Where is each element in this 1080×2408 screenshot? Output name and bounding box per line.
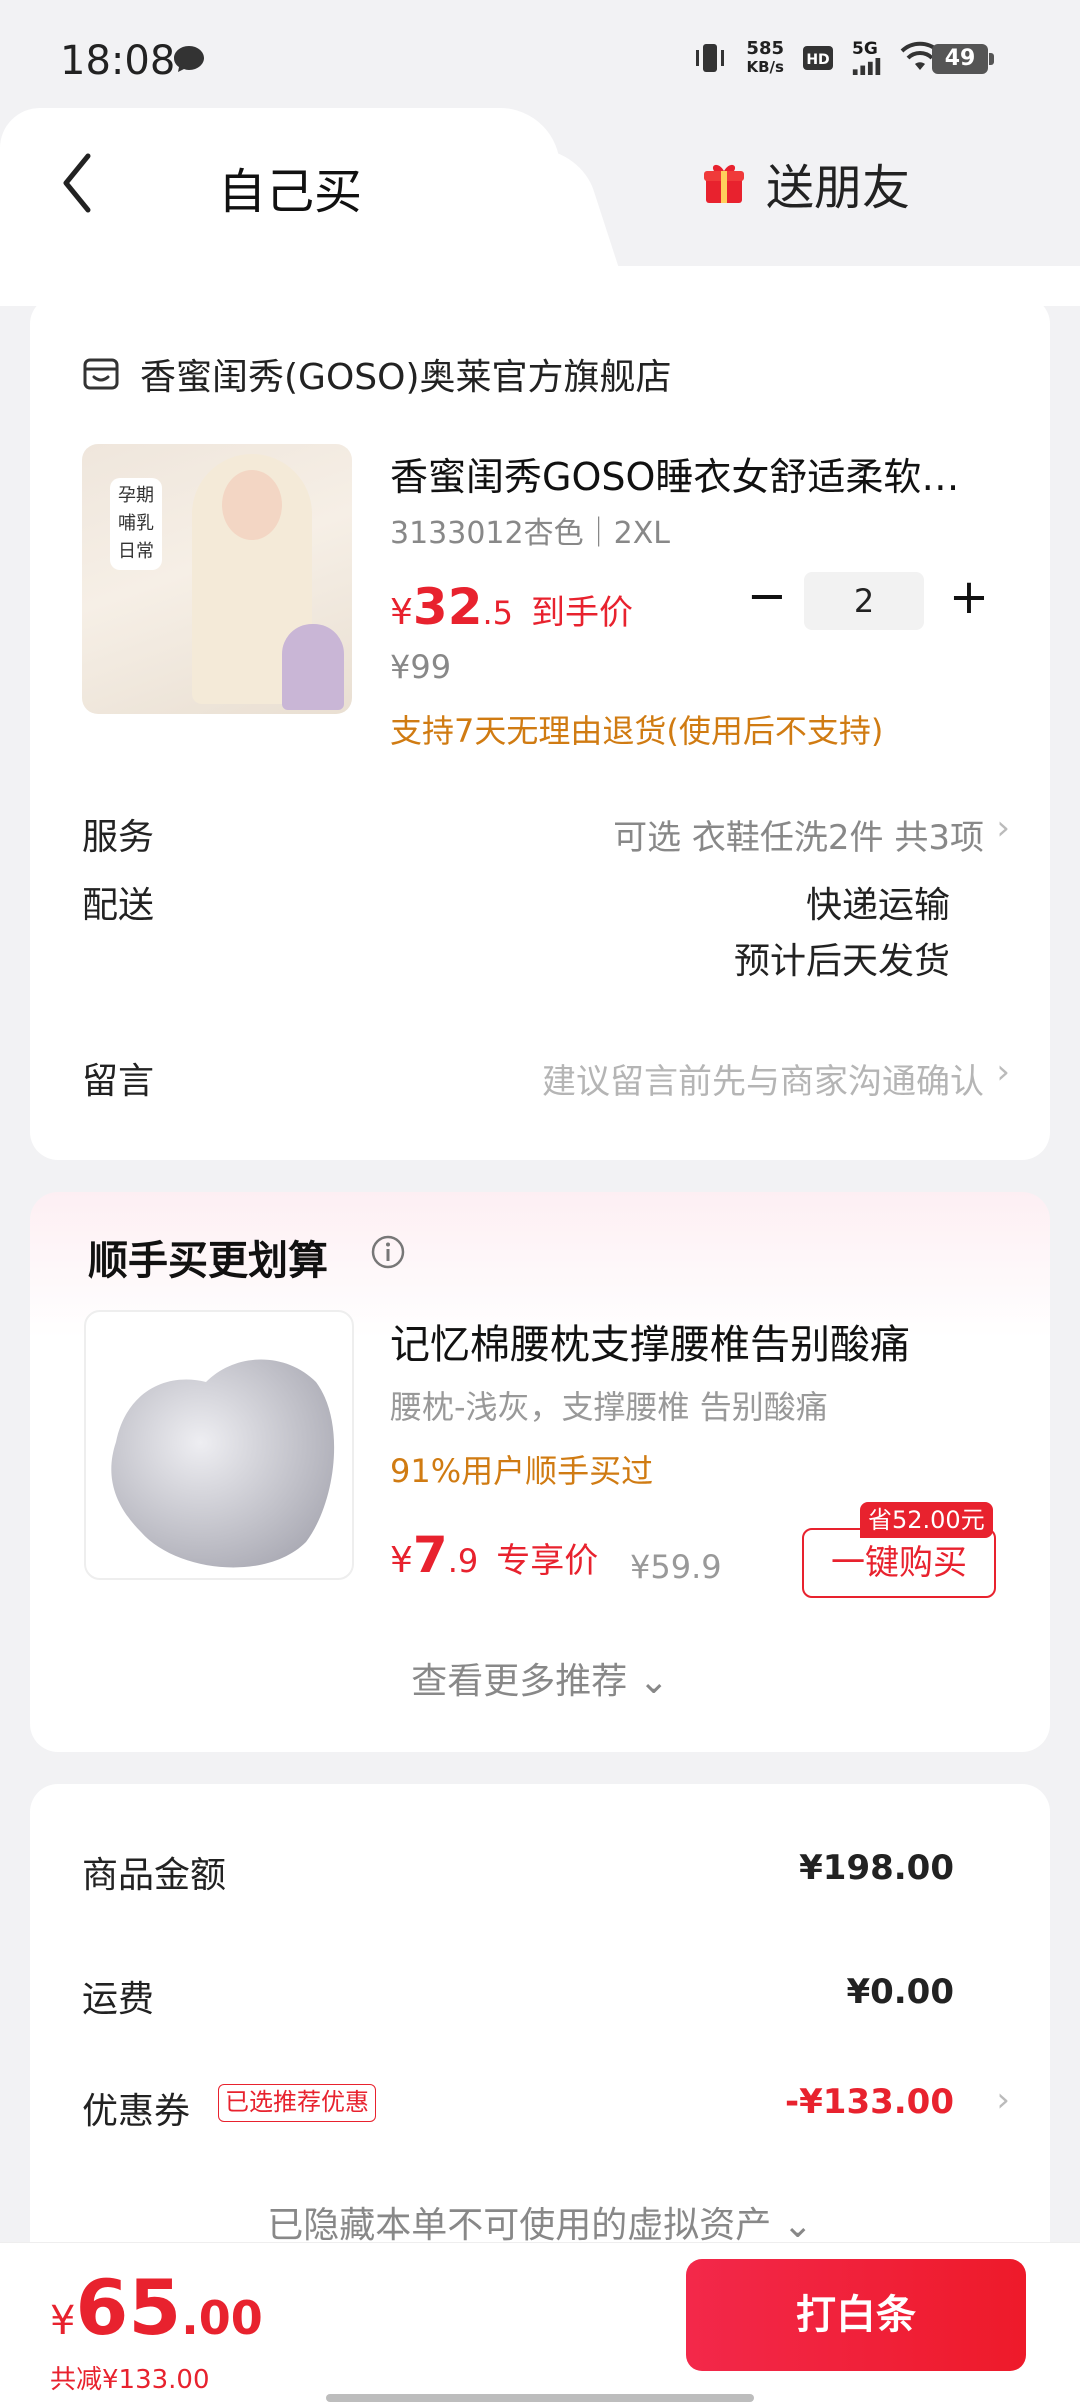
recommend-card: 顺手买更划算 记忆棉腰枕支撑腰椎告别酸痛 腰枕-浅灰，支撑腰椎 告别酸痛 91%… — [30, 1192, 1050, 1752]
recommend-item-title[interactable]: 记忆棉腰枕支撑腰椎告别酸痛 — [390, 1312, 910, 1370]
hd-icon: HD — [803, 46, 833, 70]
price-integer: 32 — [412, 578, 483, 636]
total-discount: 共减¥133.00 — [50, 2365, 210, 2395]
goods-amount-value: ¥198.00 — [799, 1848, 954, 1888]
signal-5g: 5G — [852, 41, 882, 75]
freight-label: 运费 — [82, 1979, 155, 2020]
price-label: 专享价 — [496, 1541, 599, 1581]
original-price: ¥99 — [390, 648, 452, 686]
product-spec[interactable]: 3133012杏色｜2XL — [390, 508, 670, 552]
battery-indicator: 49 — [932, 44, 994, 74]
message-icon — [174, 46, 204, 72]
price-decimal: .5 — [482, 594, 514, 632]
product-title[interactable]: 香蜜闺秀GOSO睡衣女舒适柔软… — [390, 446, 1010, 501]
tab-gift-to-friend-label: 送朋友 — [766, 160, 911, 216]
back-arrow-icon[interactable] — [58, 148, 98, 218]
tab-buy-for-self-label: 自己买 — [218, 164, 363, 220]
product-price: ¥ 32 .5 到手价 — [390, 578, 633, 636]
price-currency: ¥ — [390, 592, 413, 633]
return-policy: 支持7天无理由退货(使用后不支持) — [390, 712, 884, 750]
recommend-original-price: ¥59.9 — [630, 1548, 722, 1586]
store-name: 香蜜闺秀(GOSO)奥莱官方旗舰店 — [140, 357, 672, 398]
shipping-label: 配送 — [82, 885, 155, 926]
network-speed-unit: KB/s — [746, 58, 784, 76]
product-image-tags: 孕期 哺乳 日常 — [110, 478, 162, 570]
recommend-title: 顺手买更划算 — [88, 1238, 328, 1284]
store-row[interactable]: 香蜜闺秀(GOSO)奥莱官方旗舰店 — [82, 348, 672, 400]
network-type: 5G — [852, 39, 878, 59]
message-input[interactable]: 建议留言前先与商家沟通确认 — [542, 1054, 984, 1103]
vibrate-icon — [696, 44, 725, 72]
tab-gift-to-friend[interactable]: 送朋友 — [700, 148, 910, 218]
goods-amount-label: 商品金额 — [82, 1855, 227, 1896]
product-image-variant — [282, 624, 344, 710]
price-integer: 7 — [412, 1526, 448, 1584]
product-image-tag: 孕期 — [118, 485, 154, 506]
price-label: 到手价 — [531, 593, 634, 633]
coupon-value[interactable]: -¥133.00 — [785, 2082, 954, 2122]
product-image-model-face — [222, 470, 282, 540]
recommend-item-spec: 腰枕-浅灰，支撑腰椎 告别酸痛 — [390, 1388, 828, 1426]
message-label: 留言 — [82, 1061, 155, 1102]
service-label: 服务 — [82, 817, 155, 858]
shipping-method: 快递运输 — [805, 885, 950, 926]
purchase-mode-tabs: 自己买 送朋友 — [0, 100, 1080, 306]
message-chevron-icon[interactable]: › — [996, 1052, 1010, 1092]
product-image-tag: 日常 — [118, 541, 154, 562]
info-icon[interactable] — [370, 1234, 406, 1270]
service-chevron-icon[interactable]: › — [996, 808, 1010, 848]
savings-badge: 省52.00元 — [860, 1502, 993, 1538]
service-value[interactable]: 可选 衣鞋任洗2件 共3项 — [613, 810, 984, 859]
store-icon — [83, 358, 119, 390]
coupon-label: 优惠券 — [82, 2091, 191, 2132]
freight-value: ¥0.00 — [846, 1972, 954, 2012]
quantity-increase-button[interactable]: + — [944, 573, 994, 624]
total-integer: 65 — [75, 2263, 182, 2352]
product-image-tag: 哺乳 — [118, 513, 154, 534]
coupon-recommended-badge: 已选推荐优惠 — [218, 2084, 376, 2122]
quantity-input[interactable]: 2 — [804, 572, 924, 630]
product-image[interactable]: 孕期 哺乳 日常 — [82, 444, 352, 714]
home-indicator[interactable] — [326, 2394, 754, 2402]
total-decimal: .00 — [181, 2291, 263, 2345]
status-icons: 585 KB/s HD 5G — [692, 40, 940, 76]
pay-with-baitiao-button[interactable]: 打白条 — [686, 2259, 1026, 2371]
gift-icon — [704, 164, 744, 203]
recommend-product-image[interactable] — [84, 1310, 354, 1580]
status-time: 18:08 — [60, 38, 176, 84]
more-recommendations-link[interactable]: 查看更多推荐 ⌄ — [30, 1652, 1050, 1704]
total-price: ¥ 65 .00 — [50, 2263, 263, 2352]
order-card: 香蜜闺秀(GOSO)奥莱官方旗舰店 孕期 哺乳 日常 香蜜闺秀GOSO睡衣女舒适… — [30, 296, 1050, 1160]
quantity-decrease-button[interactable]: − — [742, 572, 792, 624]
recommend-item-rate: 91%用户顺手买过 — [390, 1452, 654, 1490]
recommend-item-price: ¥ 7 .9 专享价 — [390, 1526, 598, 1584]
shipping-eta: 预计后天发货 — [733, 941, 950, 982]
lumbar-pillow-icon — [111, 1359, 335, 1568]
svg-text:HD: HD — [806, 52, 829, 68]
one-click-buy-button[interactable]: 一键购买 — [802, 1528, 996, 1598]
price-currency: ¥ — [390, 1540, 413, 1581]
total-currency: ¥ — [50, 2298, 76, 2344]
signal-bars-icon — [852, 58, 881, 75]
price-decimal: .9 — [447, 1542, 479, 1580]
coupon-chevron-icon[interactable]: › — [996, 2080, 1010, 2120]
hidden-assets-toggle[interactable]: 已隐藏本单不可使用的虚拟资产 ⌄ — [30, 2196, 1050, 2248]
checkout-bar: ¥ 65 .00 共减¥133.00 打白条 — [0, 2242, 1080, 2408]
network-speed: 585 KB/s — [746, 38, 784, 77]
network-speed-value: 585 — [746, 38, 784, 59]
